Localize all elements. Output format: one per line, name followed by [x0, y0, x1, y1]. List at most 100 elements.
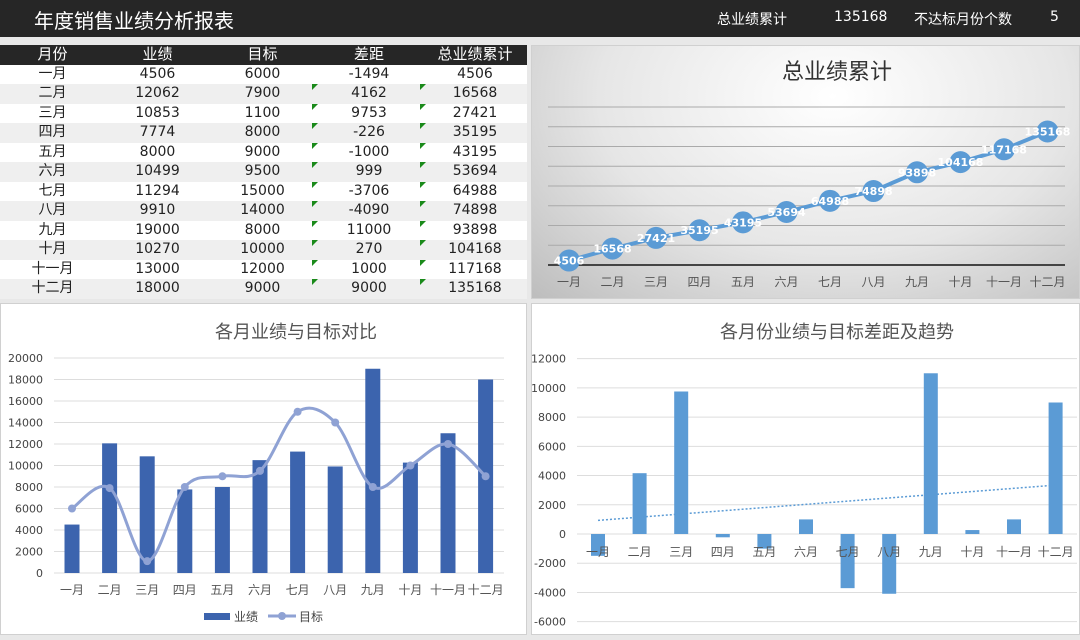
y-tick-label: 6000 [15, 503, 43, 516]
error-flag-icon [312, 123, 318, 129]
chart-title: 总业绩累计 [782, 60, 892, 85]
error-flag-icon [312, 84, 318, 90]
cell-2: 1100 [244, 104, 281, 121]
header-bar: 年度销售业绩分析报表 总业绩累计 135168 不达标月份个数 5 [0, 0, 1080, 37]
cell-4: 4506 [457, 65, 493, 82]
bar [440, 433, 456, 573]
bar [365, 368, 381, 573]
chart-title: 各月份业绩与目标差距及趋势 [720, 322, 954, 343]
cell-3: -226 [312, 123, 423, 143]
trendline [597, 484, 1056, 522]
table-row: 三月 10853 1100 9753 27421 [0, 103, 527, 124]
cell-1: 8000 [139, 143, 176, 160]
table-row: 五月 8000 9000 -1000 43195 [0, 142, 527, 163]
error-flag-icon [312, 103, 318, 110]
error-flag-icon [420, 142, 426, 149]
table-header: 月份 业绩 目标 差距 总业绩累计 [0, 45, 527, 65]
table-row: 十二月 18000 9000 9000 135168 [0, 279, 527, 299]
cell-3: -4090 [312, 201, 423, 221]
x-tick-label: 二月 [628, 545, 652, 559]
x-tick-label: 八月 [877, 545, 901, 559]
table-row: 十月 10270 10000 270 104168 [0, 240, 527, 260]
y-tick-label: 10000 [532, 382, 566, 395]
compare-chart-panel: 各月业绩与目标对比 0 2000 4000 6000 8000 10000 12000 1400… [0, 303, 527, 635]
x-tick-label: 二月 [98, 583, 122, 597]
error-flag-icon [312, 142, 318, 149]
cell-4: 104168 [420, 240, 527, 260]
cell-0: 十月 [38, 241, 67, 257]
y-tick-label: 20000 [8, 352, 43, 365]
x-tick-label: 二月 [600, 275, 624, 289]
x-tick-label: 十一月 [996, 545, 1032, 559]
x-tick-label: 七月 [818, 275, 842, 289]
cell-2: 9000 [244, 280, 281, 296]
y-tick-label: 14000 [8, 417, 43, 430]
cell-3: -1494 [348, 65, 390, 82]
legend-bar-swatch [204, 613, 230, 620]
x-tick-label: 八月 [861, 275, 885, 289]
x-tick-label: 七月 [836, 545, 860, 559]
cell-3: 1000 [312, 259, 423, 280]
table-row: 七月 11294 15000 -3706 64988 [0, 181, 527, 202]
data-label: 35195 [680, 224, 718, 237]
table-row: 一月 4506 6000 -1494 4506 [0, 65, 527, 85]
cell-3: 9000 [312, 279, 423, 299]
total-value: 135168 [834, 9, 888, 25]
cell-2: 7900 [244, 85, 281, 101]
data-label: 117168 [981, 143, 1027, 156]
cell-1: 12062 [135, 85, 180, 101]
x-tick-label: 六月 [248, 583, 272, 597]
x-tick-label: 八月 [323, 583, 347, 597]
x-tick-label: 一月 [586, 545, 610, 559]
cell-4: 27421 [420, 103, 527, 124]
target-point [293, 407, 302, 416]
cell-0: 四月 [38, 124, 67, 140]
cell-3: -3706 [312, 181, 423, 202]
bar [715, 534, 730, 538]
y-tick-label: -4000 [534, 586, 566, 599]
y-tick-label: 2000 [538, 499, 566, 512]
data-label: 4506 [554, 255, 585, 268]
error-flag-icon [312, 240, 318, 246]
cell-4: 93898 [420, 220, 527, 241]
compare-chart: 各月业绩与目标对比 0 2000 4000 6000 8000 10000 12000 1400… [8, 322, 504, 624]
bar [1007, 519, 1021, 534]
data-label: 104168 [938, 156, 984, 169]
x-tick-label: 九月 [919, 545, 943, 559]
target-point [180, 483, 189, 491]
cell-2: 8000 [244, 221, 281, 238]
target-point [444, 440, 452, 448]
cell-0: 三月 [38, 104, 67, 121]
target-line [71, 406, 487, 563]
cell-0: 一月 [38, 65, 67, 82]
error-flag-icon [420, 84, 426, 90]
cell-2: 目标 [247, 45, 278, 63]
bar [252, 460, 268, 573]
x-tick-label: 三月 [135, 583, 159, 597]
x-tick-label: 十月 [948, 275, 972, 289]
y-tick-label: 2000 [15, 546, 43, 559]
x-tick-label: 四月 [711, 545, 735, 559]
x-tick-label: 九月 [905, 275, 929, 289]
diff-chart-panel: 各月份业绩与目标差距及趋势 -6000 -4000 -2000 0 2000 4000 600… [531, 303, 1080, 635]
bar [799, 519, 813, 534]
error-flag-icon [312, 181, 318, 188]
legend-marker [278, 612, 286, 620]
x-tick-label: 四月 [173, 583, 197, 597]
x-tick-label: 九月 [361, 583, 385, 597]
y-tick-label: -2000 [534, 557, 566, 570]
x-tick-label: 五月 [210, 583, 234, 597]
bar [177, 489, 193, 573]
bar [1048, 402, 1063, 534]
cell-4: 135168 [420, 279, 527, 299]
cell-0: 十一月 [31, 260, 74, 277]
cell-0: 十二月 [31, 280, 74, 296]
y-tick-label: 8000 [15, 481, 43, 494]
cell-0: 八月 [38, 202, 67, 218]
target-point [368, 483, 377, 491]
x-tick-label: 一月 [60, 583, 84, 597]
error-flag-icon [420, 123, 426, 129]
bar [674, 391, 689, 534]
target-point [406, 461, 415, 470]
error-flag-icon [420, 240, 426, 246]
